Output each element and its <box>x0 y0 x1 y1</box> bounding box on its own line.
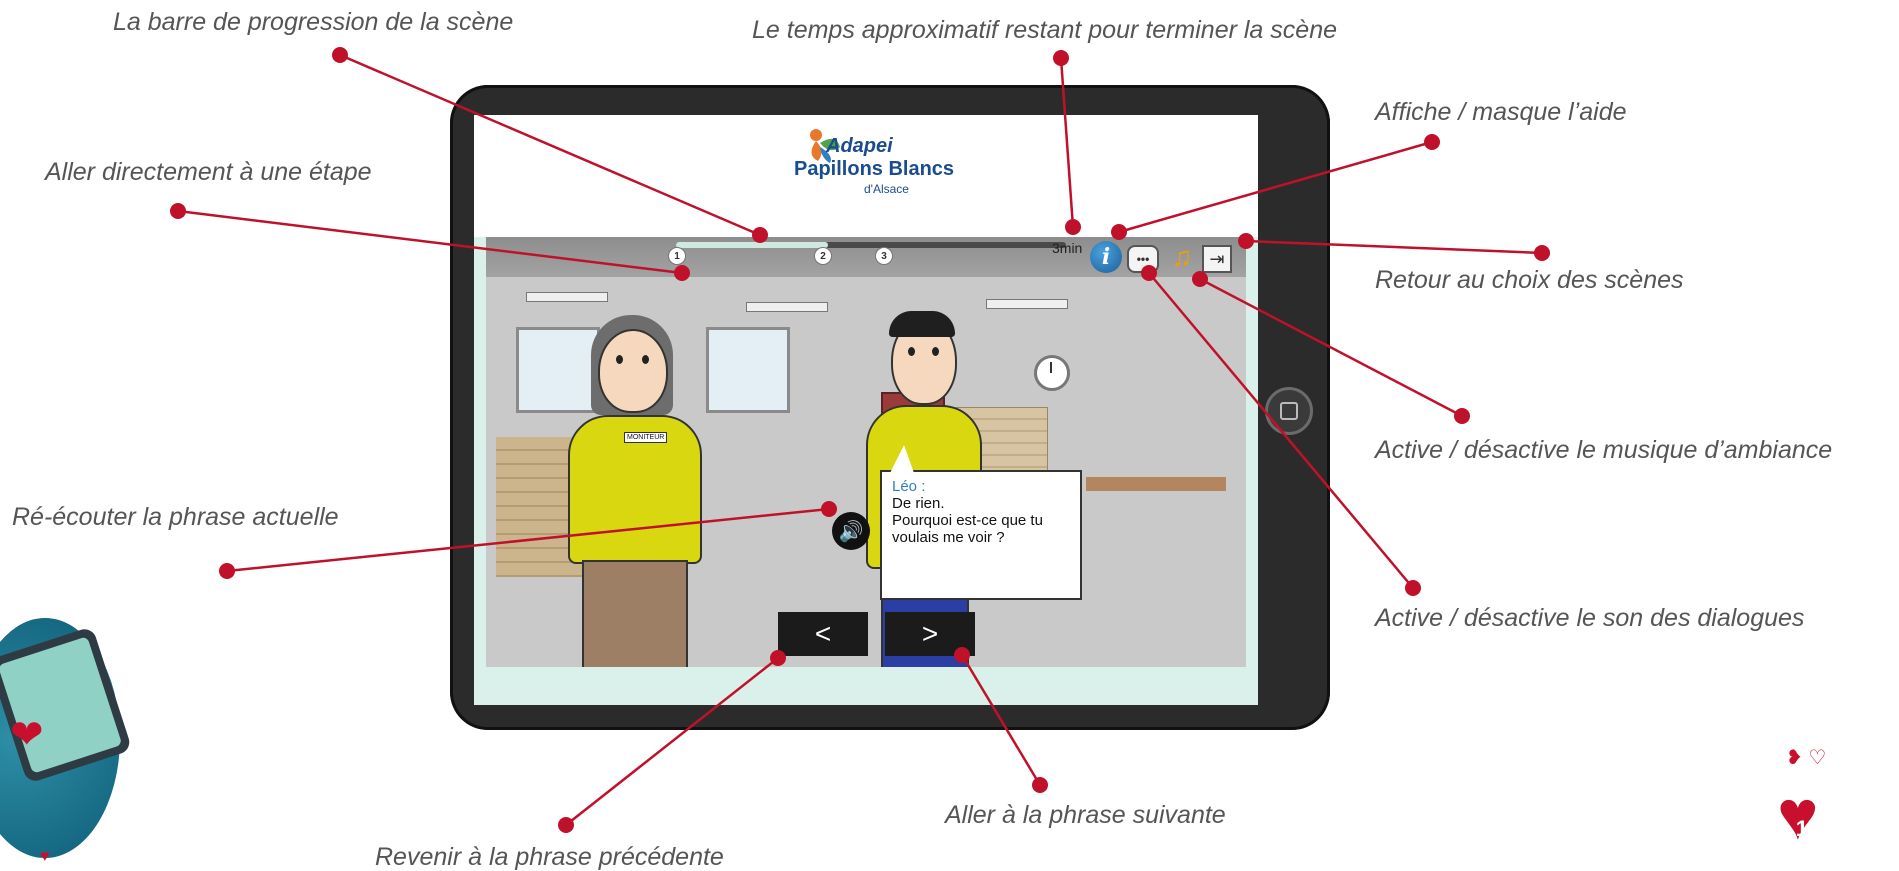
heart-icon: ♥ <box>40 848 50 865</box>
replay-audio-icon[interactable]: 🔊 <box>832 512 870 550</box>
annotation-time-left: Le temps approximatif restant pour termi… <box>752 16 1337 44</box>
page-number: 17 <box>1795 816 1821 841</box>
time-remaining: 3min <box>1052 240 1083 256</box>
exit-icon[interactable]: ⇥ <box>1202 245 1232 273</box>
annotation-music-toggle: Active / désactive le musique d’ambiance <box>1375 436 1833 464</box>
home-icon <box>1280 402 1298 420</box>
page-number-badge: ♥ 17 <box>1777 780 1839 852</box>
annotation-replay-phrase: Ré-écouter la phrase actuelle <box>12 503 339 531</box>
scene-viewport: 1 2 3 3min i ••• ♫ ⇥ MONITEUR <box>486 237 1246 667</box>
clock-icon <box>1034 355 1070 391</box>
next-phrase-button[interactable]: > <box>885 612 975 656</box>
speaker-name: Léo : <box>892 478 926 495</box>
workbench <box>1086 477 1226 491</box>
dialogue-line-1: De rien. <box>892 495 945 512</box>
logo-title: Adapei <box>826 135 893 157</box>
dialogue-sound-icon[interactable]: ••• <box>1127 245 1159 273</box>
ceiling-lamp <box>746 302 828 312</box>
step-marker-3[interactable]: 3 <box>875 247 893 265</box>
name-badge: MONITEUR <box>624 432 668 443</box>
annotation-progress-bar: La barre de progression de la scène <box>113 8 514 36</box>
step-marker-1[interactable]: 1 <box>668 247 686 265</box>
heart-icon: ❤ <box>10 713 44 757</box>
annotation-dialogue-sound-toggle: Active / désactive le son des dialogues <box>1375 604 1805 632</box>
ceiling-lamp <box>526 292 608 302</box>
annotation-previous-phrase: Revenir à la phrase précédente <box>375 843 724 871</box>
info-icon[interactable]: i <box>1090 241 1122 273</box>
logo-header: Adapei Papillons Blancs d'Alsace <box>474 115 1258 237</box>
step-marker-2[interactable]: 2 <box>814 247 832 265</box>
speech-bubble: Léo : De rien. Pourquoi est-ce que tu vo… <box>880 470 1082 600</box>
window <box>706 327 790 413</box>
annotation-go-to-step: Aller directement à une étape <box>45 158 372 186</box>
small-hearts-icon: ❥ ♡ <box>1786 747 1827 769</box>
logo-subtitle: Papillons Blancs <box>794 158 955 180</box>
annotation-back-to-scenes: Retour au choix des scènes <box>1375 266 1684 294</box>
annotation-help-toggle: Affiche / masque l’aide <box>1375 98 1627 126</box>
progress-bar <box>676 242 1066 248</box>
logo-region: d'Alsace <box>864 182 909 196</box>
music-icon[interactable]: ♫ <box>1166 241 1198 273</box>
annotation-next-phrase: Aller à la phrase suivante <box>945 801 1226 829</box>
scene-toolbar: 1 2 3 3min i ••• ♫ ⇥ <box>486 237 1246 277</box>
dialogue-line-2: Pourquoi est-ce que tu voulais me voir ? <box>892 512 1043 546</box>
window <box>516 327 600 413</box>
speech-bubble-tail <box>890 445 914 473</box>
tablet-home-button[interactable] <box>1265 387 1313 435</box>
ceiling-lamp <box>986 299 1068 309</box>
progress-fill <box>676 242 829 248</box>
previous-phrase-button[interactable]: < <box>778 612 868 656</box>
